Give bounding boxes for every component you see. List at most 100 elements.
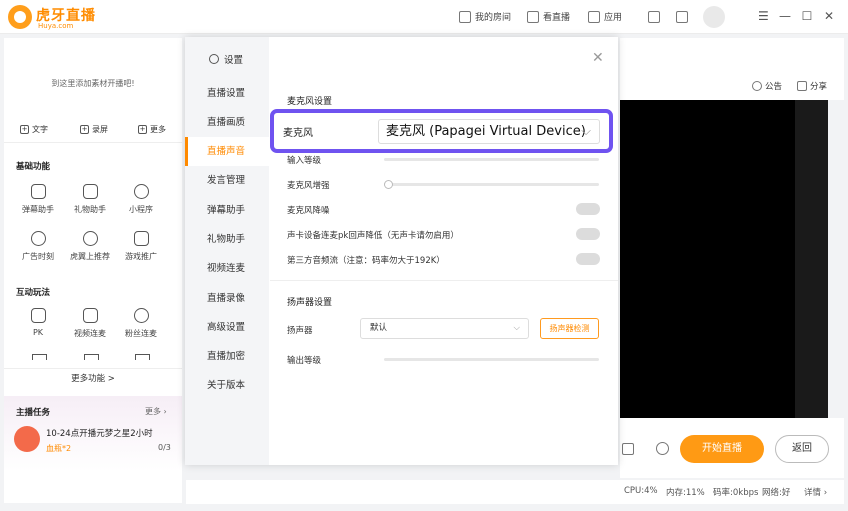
back-button[interactable]: 返回 xyxy=(775,435,829,463)
settings-nav: 设置 直播设置 直播画质 直播声音 发言管理 弹幕助手 礼物助手 视频连麦 直播… xyxy=(185,37,269,465)
task-title: 主播任务 xyxy=(16,408,51,418)
grid-icon xyxy=(588,10,600,23)
maximize-button[interactable]: ☐ xyxy=(799,8,815,24)
task-description: 10-24点开播元梦之星2小时 xyxy=(46,429,153,439)
calendar-icon[interactable] xyxy=(676,11,688,23)
pk-icon xyxy=(30,308,46,323)
message-icon[interactable] xyxy=(648,11,660,23)
mic-denoise-label: 麦克风降噪 xyxy=(287,206,330,216)
my-room-button[interactable]: 我的房间 xyxy=(459,10,511,23)
huya-logo-icon xyxy=(8,5,32,29)
settings-dialog: 设置 直播设置 直播画质 直播声音 发言管理 弹幕助手 礼物助手 视频连麦 直播… xyxy=(185,37,618,465)
avatar[interactable] xyxy=(703,6,725,28)
share-button[interactable]: 分享 xyxy=(797,80,827,92)
flame-icon xyxy=(82,231,98,246)
notice-button[interactable]: 公告 xyxy=(752,80,782,92)
play-icon xyxy=(527,10,539,23)
divider xyxy=(4,142,182,143)
pk-echo-toggle[interactable] xyxy=(576,228,600,240)
speaker-label: 扬声器 xyxy=(287,326,313,336)
watch-live-button[interactable]: 看直播 xyxy=(527,10,570,23)
minimize-button[interactable]: — xyxy=(777,8,793,24)
mic-denoise-toggle[interactable] xyxy=(576,203,600,215)
cpu-usage: CPU:4% xyxy=(624,486,658,496)
output-level-meter xyxy=(384,358,599,361)
network-status: 网络:好 xyxy=(762,488,791,498)
gamepad-icon xyxy=(133,231,149,246)
nav-live-quality[interactable]: 直播画质 xyxy=(185,108,269,137)
pk-echo-label: 声卡设备连麦pk回声降低（无声卡请勿启用） xyxy=(287,231,459,241)
pk-tool[interactable]: PK xyxy=(16,308,60,337)
empty-hint: 到这里添加素材开播吧! xyxy=(51,79,135,88)
menu-icon[interactable]: ☰ xyxy=(758,9,769,23)
status-detail-link[interactable]: 详情 › xyxy=(804,486,827,498)
game-promo-tool[interactable]: 游戏推广 xyxy=(119,231,163,262)
output-level-label: 输出等级 xyxy=(287,356,322,366)
task-more-link[interactable]: 更多 › xyxy=(145,406,167,417)
danmu-assistant-tool[interactable]: 弹幕助手 xyxy=(16,184,60,215)
plus-icon: + xyxy=(20,125,29,134)
mic-section-title: 麦克风设置 xyxy=(287,97,333,107)
video-link-icon xyxy=(82,308,98,323)
share-icon xyxy=(797,81,807,91)
nav-live-audio[interactable]: 直播声音 xyxy=(185,137,269,166)
more-functions-button[interactable]: 更多功能 > xyxy=(4,368,182,388)
plus-icon: + xyxy=(138,125,147,134)
chevron-down-icon: ⌵ xyxy=(513,323,520,333)
question-icon xyxy=(84,354,99,360)
speaker-test-button[interactable]: 扬声器检测 xyxy=(540,318,599,339)
mic-boost-knob[interactable] xyxy=(384,180,393,189)
gift-assistant-tool[interactable]: 礼物助手 xyxy=(68,184,112,215)
mic-boost-slider[interactable] xyxy=(384,183,599,186)
video-link-tool[interactable]: 视频连麦 xyxy=(68,308,112,339)
preview-sidebar xyxy=(795,100,828,418)
highlight-box xyxy=(270,109,613,153)
task-progress: 0/3 xyxy=(158,443,171,452)
basic-functions-title: 基础功能 xyxy=(16,162,51,172)
close-window-button[interactable]: ✕ xyxy=(821,8,837,24)
nav-gift-assistant[interactable]: 礼物助手 xyxy=(185,225,269,254)
home-icon xyxy=(459,10,471,23)
add-screen-button[interactable]: + 录屏 xyxy=(80,124,108,135)
ad-time-tool[interactable]: 广告时刻 xyxy=(16,231,60,262)
third-party-audio-toggle[interactable] xyxy=(576,253,600,265)
start-live-button[interactable]: 开始直播 xyxy=(680,435,764,463)
ad-icon xyxy=(30,231,46,246)
chat-icon xyxy=(135,354,150,360)
nav-video-link[interactable]: 视频连麦 xyxy=(185,254,269,283)
microphone-icon xyxy=(133,308,149,323)
bitrate: 码率:0kbps xyxy=(713,488,759,498)
fan-link-tool[interactable]: 粉丝连麦 xyxy=(119,308,163,339)
apps-button[interactable]: 应用 xyxy=(588,10,622,23)
nav-danmu-assistant[interactable]: 弹幕助手 xyxy=(185,196,269,225)
settings-title: 设置 xyxy=(209,52,243,66)
plus-icon: + xyxy=(80,125,89,134)
top-bar: 虎牙直播 Huya.com 我的房间 看直播 应用 ☰ — ☐ ✕ xyxy=(0,0,848,34)
nav-speech-mgmt[interactable]: 发言管理 xyxy=(185,166,269,195)
nav-encryption[interactable]: 直播加密 xyxy=(185,342,269,371)
add-more-button[interactable]: + 更多 xyxy=(138,124,166,135)
speaker-section-title: 扬声器设置 xyxy=(287,298,333,308)
nav-live-recording[interactable]: 直播录像 xyxy=(185,284,269,313)
interactive-title: 互动玩法 xyxy=(16,288,51,298)
memory-usage: 内存:11% xyxy=(666,488,705,498)
mini-program-tool[interactable]: 小程序 xyxy=(119,184,163,215)
task-reward-icon xyxy=(14,426,40,452)
mic-boost-label: 麦克风增强 xyxy=(287,181,330,191)
dialog-close-button[interactable]: ✕ xyxy=(592,50,604,66)
gift-icon xyxy=(82,184,98,199)
mini-program-icon xyxy=(133,184,149,199)
nav-about[interactable]: 关于版本 xyxy=(185,371,269,400)
brand-sub: Huya.com xyxy=(38,22,74,30)
add-text-button[interactable]: + 文字 xyxy=(20,124,48,135)
gear-icon xyxy=(209,54,219,64)
notice-icon xyxy=(752,81,762,91)
speaker-select[interactable]: 默认 ⌵ xyxy=(360,318,529,339)
danmu-icon xyxy=(30,184,46,199)
nav-live-settings[interactable]: 直播设置 xyxy=(185,79,269,108)
input-level-label: 输入等级 xyxy=(287,156,322,166)
nav-advanced[interactable]: 高级设置 xyxy=(185,313,269,342)
settings-icon[interactable] xyxy=(656,442,669,455)
recommend-tool[interactable]: 虎翼上推荐 xyxy=(68,231,112,262)
camera-icon[interactable] xyxy=(622,443,634,455)
